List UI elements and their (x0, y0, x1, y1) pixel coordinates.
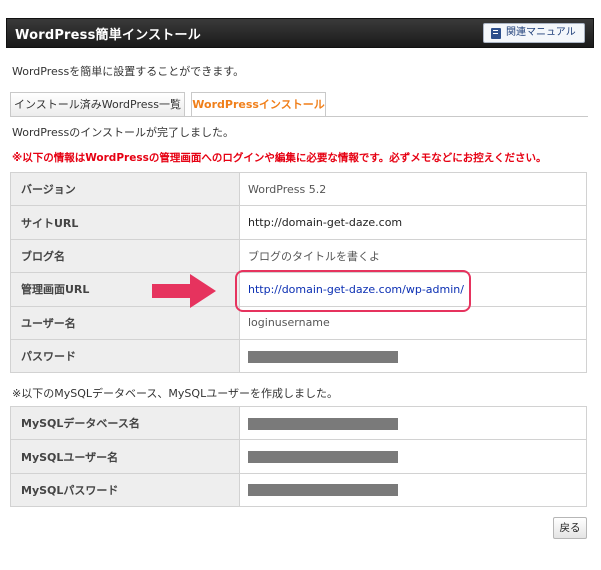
tab-installed-list[interactable]: インストール済みWordPress一覧 (10, 92, 185, 117)
row-label: MySQLデータベース名 (10, 405, 240, 441)
mysql-password-value (239, 472, 587, 508)
manual-button-label: 関連マニュアル (506, 27, 576, 38)
wordpress-easy-install-page: WordPress簡単インストール 関連マニュアル WordPressを簡単に設… (0, 0, 601, 570)
password-value (239, 338, 587, 374)
table-row: MySQLデータベース名 (10, 405, 587, 441)
mysql-note: ※以下のMySQLデータベース、MySQLユーザーを作成しました。 (12, 387, 338, 400)
book-icon (491, 28, 501, 39)
mysql-user-value (239, 439, 587, 474)
row-label: サイトURL (10, 205, 240, 240)
redacted-db-user (248, 451, 398, 464)
version-value: WordPress 5.2 (239, 171, 587, 207)
intro-text: WordPressを簡単に設置することができます。 (12, 65, 245, 78)
site-url-value: http://domain-get-daze.com (239, 205, 587, 240)
table-row: ブログ名 ブログのタイトルを書くよ (10, 238, 587, 274)
table-row: バージョン WordPress 5.2 (10, 171, 587, 207)
table-row: MySQLパスワード (10, 472, 587, 508)
row-label: バージョン (10, 171, 240, 207)
mysql-info-table: MySQLデータベース名 MySQLユーザー名 MySQLパスワード (10, 405, 587, 508)
tab-install[interactable]: WordPressインストール (191, 92, 326, 117)
redacted-db-password (248, 484, 398, 497)
mysql-db-name-value (239, 405, 587, 441)
table-row: パスワード (10, 338, 587, 374)
row-label: MySQLパスワード (10, 472, 240, 508)
row-label: ブログ名 (10, 238, 240, 274)
redacted-db-name (248, 417, 398, 430)
manual-button[interactable]: 関連マニュアル (483, 23, 585, 43)
status-message: WordPressのインストールが完了しました。 (12, 126, 235, 139)
table-row: サイトURL http://domain-get-daze.com (10, 205, 587, 240)
header-bar: WordPress簡単インストール 関連マニュアル (6, 18, 594, 48)
tab-divider (10, 116, 588, 117)
redacted-password (248, 350, 398, 363)
row-label: ユーザー名 (10, 305, 240, 340)
page-title: WordPress簡単インストール (15, 28, 201, 43)
admin-url-highlight (235, 270, 471, 312)
row-label: MySQLユーザー名 (10, 439, 240, 474)
back-button[interactable]: 戻る (553, 517, 587, 539)
arrow-right-icon (152, 274, 216, 308)
warning-message: ※以下の情報はWordPressの管理画面へのログインや編集に必要な情報です。必… (12, 152, 547, 164)
table-row: MySQLユーザー名 (10, 439, 587, 474)
blog-name-value: ブログのタイトルを書くよ (239, 238, 587, 274)
row-label: パスワード (10, 338, 240, 374)
